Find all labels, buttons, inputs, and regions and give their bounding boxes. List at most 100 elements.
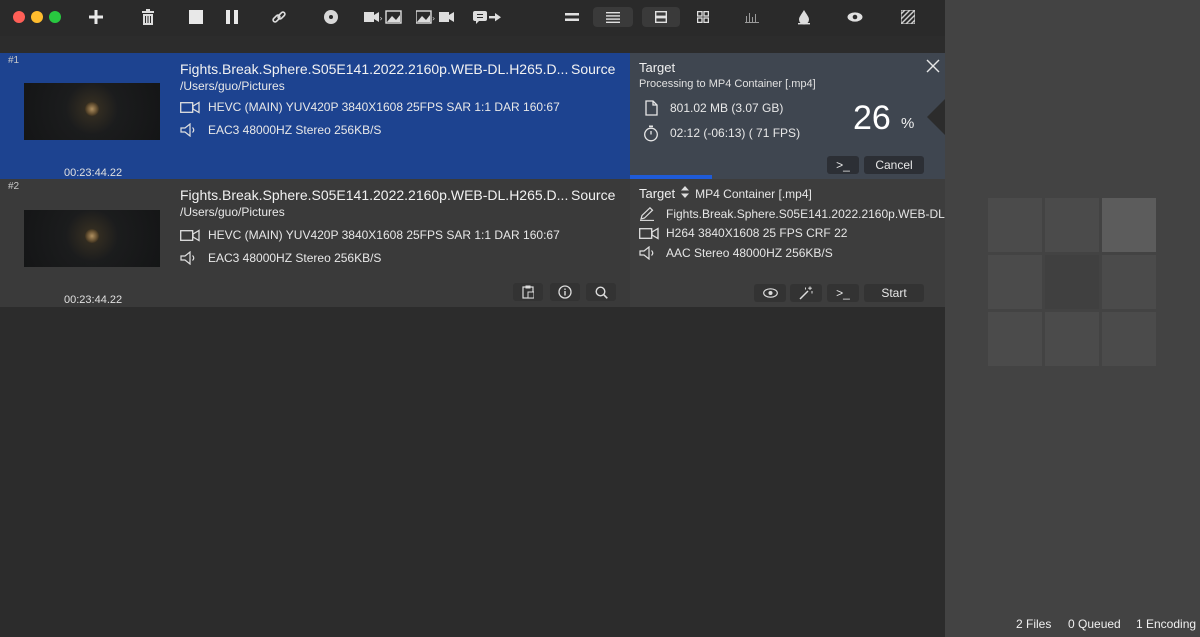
compact-view-icon[interactable] (562, 6, 582, 28)
item-index: #1 (8, 55, 20, 66)
clipboard-button[interactable] (513, 283, 543, 301)
eye-icon[interactable] (845, 6, 865, 28)
target-video-line[interactable]: H264 3840X1608 25 FPS CRF 22 (639, 225, 847, 241)
pencil-icon (639, 206, 659, 222)
video-thumbnail[interactable] (24, 210, 160, 267)
queue-item[interactable]: #1 00:23:44.22 Fights.Break.Sphere.S05E1… (0, 53, 945, 179)
filename: Fights.Break.Sphere.S05E141.2022.2160p.W… (180, 61, 569, 77)
source-panel[interactable]: #1 00:23:44.22 Fights.Break.Sphere.S05E1… (0, 53, 630, 179)
video-camera-icon (639, 225, 659, 241)
close-icon[interactable] (926, 59, 940, 73)
image-to-video-icon[interactable]: › (415, 6, 455, 28)
svg-text:›: › (380, 14, 383, 23)
target-container-line[interactable]: Target MP4 Container [.mp4] (639, 186, 812, 201)
stop-icon[interactable] (186, 6, 206, 28)
output-name-line[interactable]: Fights.Break.Sphere.S05E141.2022.2160p.W… (639, 206, 955, 222)
svg-text:›: › (432, 14, 435, 23)
duration: 00:23:44.22 (64, 294, 123, 306)
stopwatch-icon (642, 124, 660, 142)
target-title: Target (639, 186, 676, 201)
video-thumbnail[interactable] (24, 83, 160, 140)
disc-icon[interactable] (321, 6, 341, 28)
filename: Fights.Break.Sphere.S05E141.2022.2160p.W… (180, 187, 569, 203)
start-button[interactable]: Start (864, 284, 924, 302)
drop-icon[interactable] (794, 6, 814, 28)
grid-cell (1102, 255, 1156, 309)
list-view-icon[interactable] (593, 7, 633, 27)
stripes-icon[interactable] (898, 6, 918, 28)
speaker-icon (180, 122, 202, 138)
panel-pointer (927, 99, 945, 135)
video-info-line: HEVC (MAIN) YUV420P 3840X1608 25FPS SAR … (180, 99, 560, 115)
link-icon[interactable] (269, 6, 289, 28)
pause-icon[interactable] (222, 6, 242, 28)
terminal-button[interactable]: >_ (827, 284, 859, 302)
source-panel[interactable]: #2 00:23:44.22 Fights.Break.Sphere.S05E1… (0, 179, 630, 307)
status-encoding: 1 Encoding (1136, 617, 1197, 631)
info-icon (558, 285, 572, 299)
target-audio-line[interactable]: AAC Stereo 48000HZ 256KB/S (639, 245, 833, 261)
video-to-image-icon[interactable]: › (363, 6, 403, 28)
output-size: 801.02 MB (3.07 GB) (670, 101, 784, 115)
target-title: Target (639, 60, 676, 75)
video-camera-icon (180, 99, 202, 115)
search-button[interactable] (586, 283, 616, 301)
grid-cell (1045, 312, 1099, 366)
thumbnail-emblem (85, 229, 99, 243)
minimize-window-button[interactable] (31, 11, 43, 23)
target-panel: Target Processing to MP4 Container [.mp4… (630, 53, 945, 179)
magic-wand-button[interactable] (790, 284, 822, 302)
audio-info-line: EAC3 48000HZ Stereo 256KB/S (180, 122, 381, 138)
item-index: #2 (8, 181, 20, 192)
grid-cell (1045, 255, 1099, 309)
audio-info: EAC3 48000HZ Stereo 256KB/S (208, 251, 382, 265)
thumbnail-emblem (85, 102, 99, 116)
terminal-button[interactable]: >_ (827, 156, 859, 174)
time-stat: 02:12 (-06:13) ( 71 FPS) (642, 124, 800, 142)
grid-cell (988, 312, 1042, 366)
trash-icon[interactable] (138, 6, 158, 28)
target-container: MP4 Container [.mp4] (695, 186, 812, 201)
audio-info-line: EAC3 48000HZ Stereo 256KB/S (180, 250, 381, 266)
video-info: HEVC (MAIN) YUV420P 3840X1608 25FPS SAR … (208, 228, 560, 242)
speaker-icon (180, 250, 202, 266)
video-camera-icon (180, 227, 202, 243)
progress-percent: 26 (853, 99, 891, 137)
grid-cell (1045, 198, 1099, 252)
info-button[interactable] (550, 283, 580, 301)
target-audio: AAC Stereo 48000HZ 256KB/S (666, 246, 833, 260)
toolbar: › › (0, 0, 945, 36)
queue-empty-area[interactable] (0, 307, 945, 637)
video-info-line: HEVC (MAIN) YUV420P 3840X1608 25FPS SAR … (180, 227, 560, 243)
row-view-icon[interactable] (642, 7, 680, 27)
cancel-button[interactable]: Cancel (864, 156, 924, 174)
grid-cell (1102, 312, 1156, 366)
magic-wand-icon (799, 286, 813, 300)
search-icon (594, 285, 608, 299)
preview-button[interactable] (754, 284, 786, 302)
target-panel: Target MP4 Container [.mp4] Fights.Break… (630, 179, 955, 307)
grid-cell (988, 255, 1042, 309)
export-icon[interactable] (472, 6, 502, 28)
status-queued: 0 Queued (1068, 617, 1121, 631)
size-stat: 801.02 MB (3.07 GB) (642, 99, 783, 117)
status-files: 2 Files (1016, 617, 1052, 631)
close-window-button[interactable] (13, 11, 25, 23)
grid-cell (1102, 198, 1156, 252)
zoom-window-button[interactable] (49, 11, 61, 23)
eye-icon (762, 288, 778, 298)
file-path: /Users/guo/Pictures (180, 79, 285, 93)
source-label: Source (571, 187, 616, 203)
chart-icon[interactable] (742, 6, 762, 28)
side-panel: 2 Files 0 Queued 1 Encoding (945, 0, 1200, 637)
file-icon (642, 99, 660, 117)
grid-cell (988, 198, 1042, 252)
elapsed-time: 02:12 (-06:13) ( 71 FPS) (670, 126, 801, 140)
main-area: › › #1 00:23:44.22 Fights.Break.Sphere.S… (0, 0, 955, 637)
stepper-icon[interactable] (681, 186, 690, 201)
file-path: /Users/guo/Pictures (180, 205, 285, 219)
grid-view-icon[interactable] (693, 6, 713, 28)
add-icon[interactable] (86, 6, 106, 28)
target-video: H264 3840X1608 25 FPS CRF 22 (666, 226, 848, 240)
queue-item[interactable]: #2 00:23:44.22 Fights.Break.Sphere.S05E1… (0, 179, 955, 307)
